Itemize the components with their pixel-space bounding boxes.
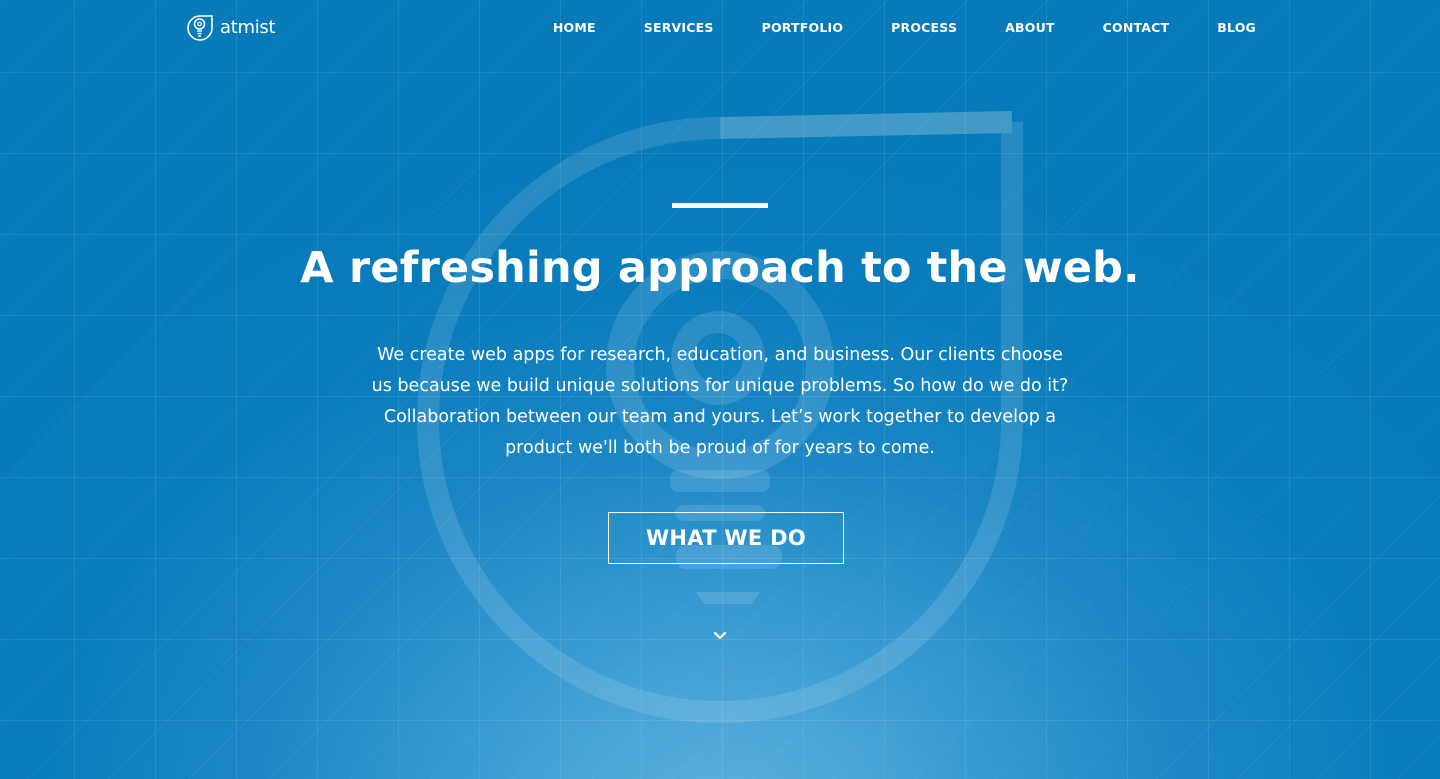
nav-item-services[interactable]: SERVICES [644,19,714,37]
nav-item-process[interactable]: PROCESS [891,19,957,37]
main-nav: HOME SERVICES PORTFOLIO PROCESS ABOUT CO… [505,19,1256,37]
what-we-do-button[interactable]: WHAT WE DO [608,512,844,564]
hero-description: We create web apps for research, educati… [371,345,1069,458]
nav-item-about[interactable]: ABOUT [1005,19,1055,37]
logo-text: atmist [220,17,276,38]
nav-item-home[interactable]: HOME [553,19,596,37]
nav-item-contact[interactable]: CONTACT [1103,19,1170,37]
nav-item-blog[interactable]: BLOG [1217,19,1256,37]
hero-divider [672,203,768,208]
nav-item-portfolio[interactable]: PORTFOLIO [762,19,844,37]
site-header: atmist HOME SERVICES PORTFOLIO PROCESS A… [0,0,1440,58]
logo[interactable]: atmist [184,12,276,44]
hero-title: A refreshing approach to the web. [300,243,1140,293]
chevron-down-icon[interactable] [711,628,729,642]
lightbulb-at-icon [187,15,213,41]
